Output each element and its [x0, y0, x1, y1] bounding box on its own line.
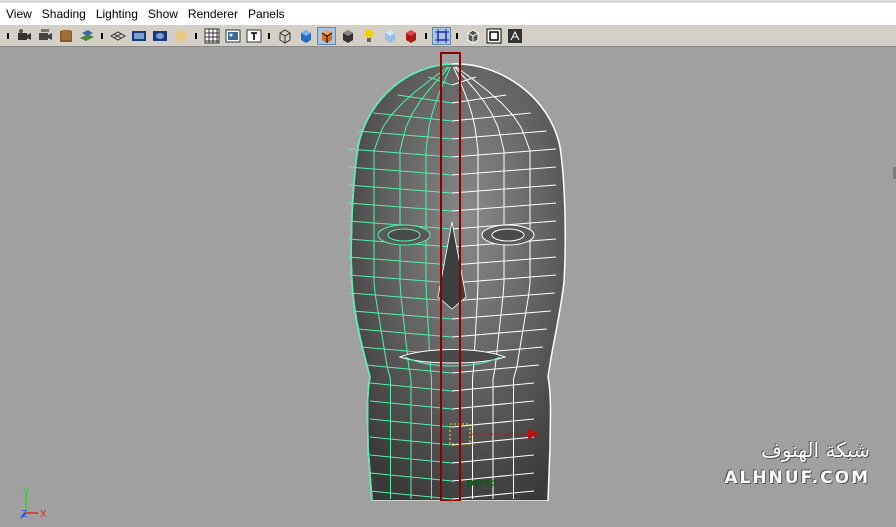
site-watermark: شبكة الهنوف ALHNUF.COM [724, 438, 878, 494]
menu-shading[interactable]: Shading [37, 4, 91, 24]
resolution-gate-icon[interactable] [150, 27, 169, 45]
axis-z-label: Z [21, 509, 27, 520]
hud-icon[interactable] [505, 27, 524, 45]
default-light-icon[interactable] [338, 27, 357, 45]
toolbar-separator [100, 27, 104, 45]
camera-name-label: persp [467, 477, 497, 489]
toolbar-separator [194, 27, 198, 45]
axis-y-label: Y [23, 487, 30, 498]
bookmark-icon[interactable] [56, 27, 75, 45]
camera-attributes-icon[interactable] [35, 27, 54, 45]
head-mesh[interactable] [0, 47, 896, 501]
smooth-shade-icon[interactable] [296, 27, 315, 45]
camera-select-icon[interactable] [14, 27, 33, 45]
menu-renderer[interactable]: Renderer [183, 4, 243, 24]
panel-toolbar [0, 24, 896, 47]
shadows-icon[interactable] [380, 27, 399, 45]
axis-x-label: X [40, 509, 47, 520]
watermark-latin: ALHNUF.COM [724, 468, 870, 488]
safe-action-icon[interactable] [223, 27, 242, 45]
perspective-viewport[interactable]: Y X Z [0, 47, 896, 520]
menu-show[interactable]: Show [143, 4, 183, 24]
textured-icon[interactable] [317, 26, 336, 45]
menu-lighting[interactable]: Lighting [91, 4, 143, 24]
wireframe-icon[interactable] [275, 27, 294, 45]
watermark-arabic: شبكة الهنوف [761, 438, 870, 462]
menu-panels[interactable]: Panels [243, 4, 290, 24]
view-axis-icon: Y X Z [20, 487, 47, 520]
menu-view[interactable]: View [0, 4, 37, 24]
grid-icon[interactable] [108, 27, 127, 45]
film-gate-icon[interactable] [129, 27, 148, 45]
isolate-select-icon[interactable] [432, 26, 451, 45]
gate-mask-icon[interactable] [171, 27, 190, 45]
field-chart-icon[interactable] [202, 27, 221, 45]
toolbar-separator [424, 27, 428, 45]
toolbar-separator [267, 27, 271, 45]
toolbar-separator [455, 27, 459, 45]
all-lights-icon[interactable] [359, 27, 378, 45]
safe-title-icon[interactable] [244, 27, 263, 45]
frame-selection-icon[interactable] [463, 27, 482, 45]
toolbar-separator [6, 27, 10, 45]
image-plane-icon[interactable] [77, 27, 96, 45]
panel-menubar: View Shading Lighting Show Renderer Pane… [0, 0, 896, 24]
wireframe-on-shaded-icon[interactable] [484, 27, 503, 45]
xray-icon[interactable] [401, 27, 420, 45]
